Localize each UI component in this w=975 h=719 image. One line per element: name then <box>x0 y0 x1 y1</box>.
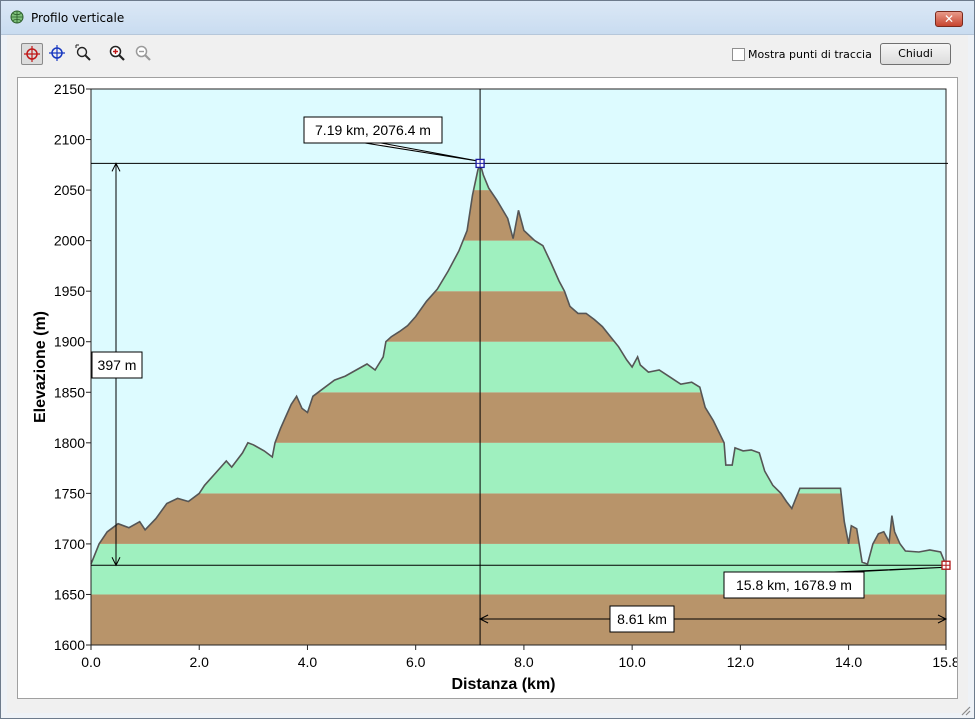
y-tick-label: 1700 <box>54 536 85 552</box>
x-tick-label: 15.8 <box>932 654 957 670</box>
y-axis-label: Elevazione (m) <box>32 311 49 423</box>
zoom-area-tool[interactable] <box>73 43 95 65</box>
title-bar[interactable]: Profilo verticale ✕ <box>1 1 974 35</box>
x-tick-label: 4.0 <box>298 654 318 670</box>
y-tick-label: 2050 <box>54 182 85 198</box>
crosshair-blue-tool[interactable] <box>47 43 69 65</box>
elevation-band <box>91 493 946 544</box>
window-close-button[interactable]: ✕ <box>935 11 963 27</box>
close-icon: ✕ <box>943 12 955 26</box>
y-tick-label: 1850 <box>54 384 85 400</box>
crosshair-blue-icon <box>49 45 65 61</box>
x-tick-label: 0.0 <box>81 654 101 670</box>
y-tick-label: 2150 <box>54 81 85 97</box>
client-area: Mostra punti di traccia Chiudi 1600 1650 1… <box>7 35 968 713</box>
show-points-label[interactable]: Mostra punti di traccia <box>748 48 872 61</box>
elevation-diff-label: 397 m <box>98 357 137 373</box>
profile-chart-frame: 1600 1650 1700 1750 1800 1850 1900 1950 2000 2050… <box>17 77 960 699</box>
zoom-out-tool[interactable] <box>133 43 155 65</box>
y-tick-label: 2000 <box>54 233 85 249</box>
y-tick-label: 1950 <box>54 283 85 299</box>
close-button[interactable]: Chiudi <box>880 43 951 65</box>
x-tick-label: 10.0 <box>619 654 646 670</box>
window-title: Profilo verticale <box>31 11 125 25</box>
elevation-band <box>91 594 946 645</box>
zoom-area-icon <box>75 44 91 61</box>
x-axis-label: Distanza (km) <box>451 676 555 693</box>
x-tick-label: 2.0 <box>189 654 209 670</box>
zoom-in-tool[interactable] <box>107 43 129 65</box>
x-tick-label: 14.0 <box>835 654 862 670</box>
show-points-checkbox[interactable] <box>732 48 745 61</box>
resize-grip-icon[interactable] <box>959 704 971 716</box>
y-tick-label: 1650 <box>54 586 85 602</box>
distance-diff-label: 8.61 km <box>617 611 667 627</box>
marker-label: 7.19 km, 2076.4 m <box>315 122 431 138</box>
y-tick-label: 1750 <box>54 485 85 501</box>
y-tick-label: 1900 <box>54 334 85 350</box>
marker-label: 15.8 km, 1678.9 m <box>736 577 852 593</box>
y-tick-label: 1800 <box>54 435 85 451</box>
zoom-in-icon <box>109 45 125 61</box>
globe-icon <box>10 10 24 24</box>
crosshair-red-tool[interactable] <box>21 43 43 65</box>
crosshair-red-icon <box>24 46 40 62</box>
y-tick-label: 1600 <box>54 637 85 653</box>
zoom-out-icon <box>135 45 151 61</box>
profile-window: Profilo verticale ✕ Mostra punti di trac… <box>0 0 975 719</box>
x-tick-label: 12.0 <box>727 654 754 670</box>
x-tick-label: 8.0 <box>514 654 534 670</box>
y-tick-label: 2100 <box>54 132 85 148</box>
elevation-profile-chart[interactable]: 1600 1650 1700 1750 1800 1850 1900 1950 2000 2050… <box>18 78 960 698</box>
x-tick-label: 6.0 <box>406 654 426 670</box>
